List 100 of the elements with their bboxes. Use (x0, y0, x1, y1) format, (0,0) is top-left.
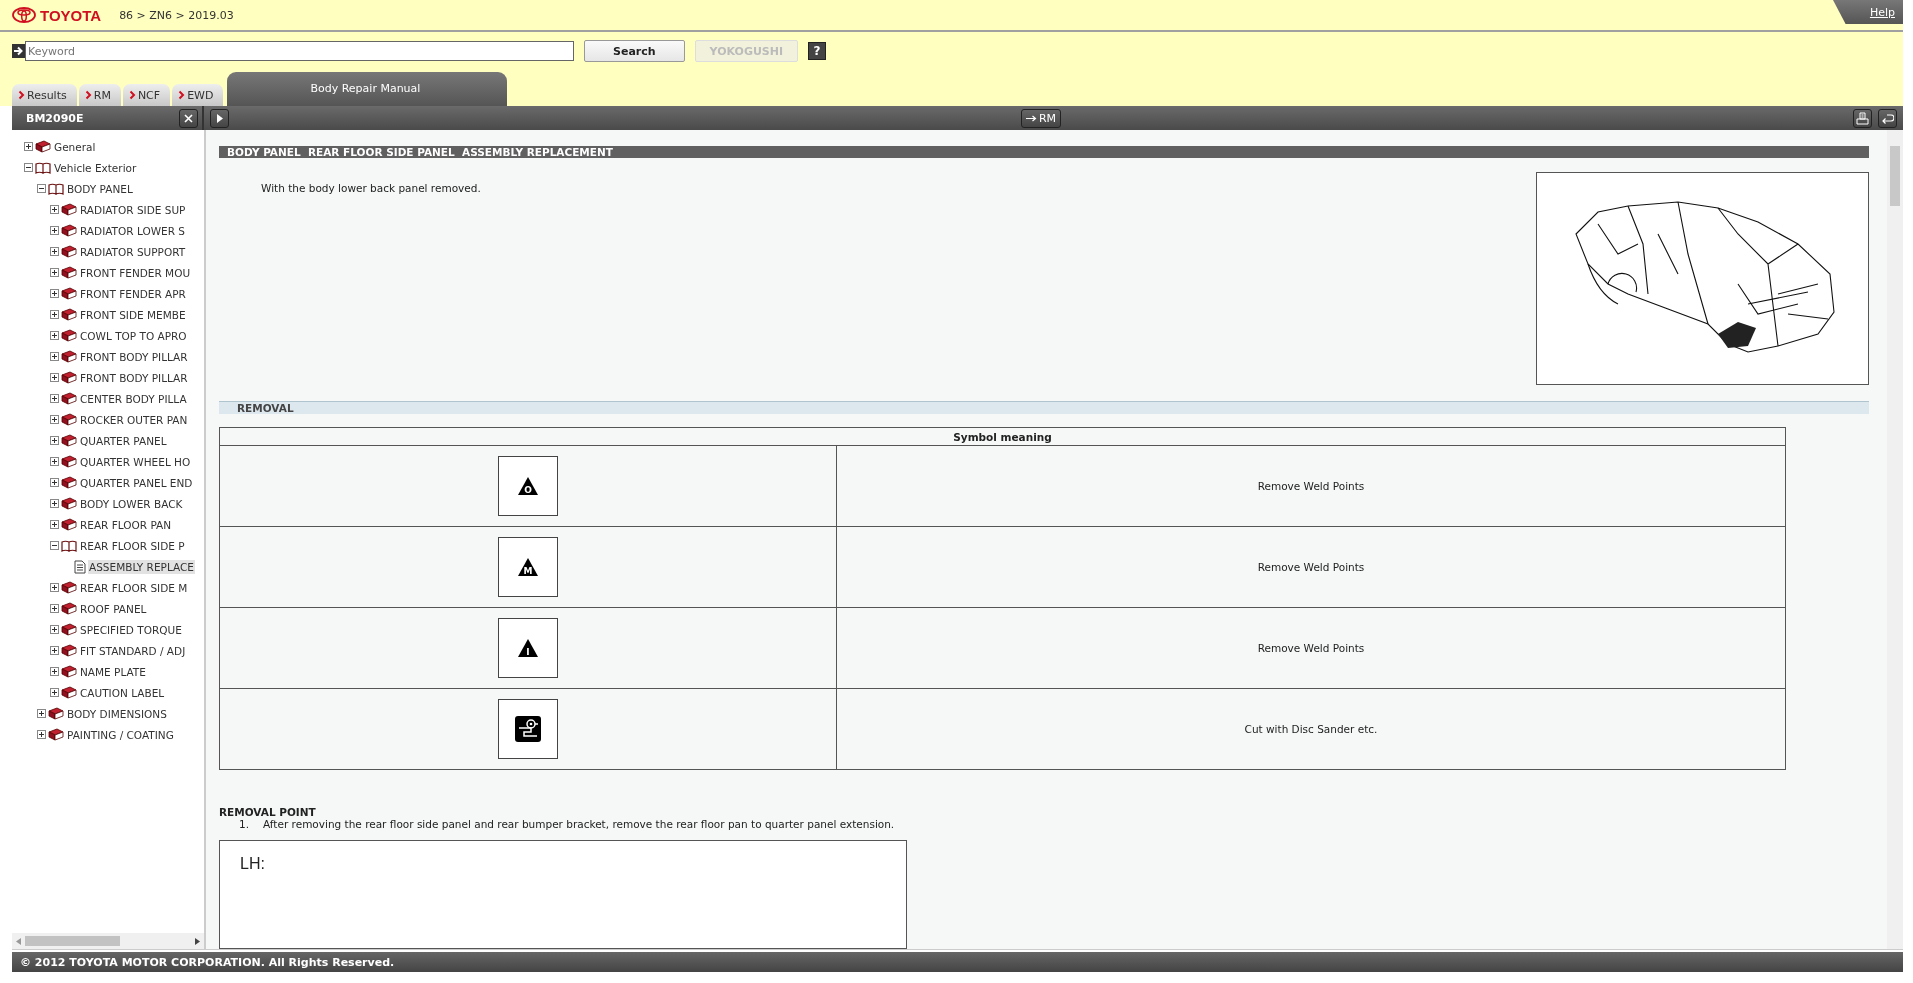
print-icon (1856, 111, 1869, 125)
tree-item[interactable]: FIT STANDARD / ADJ (79, 643, 187, 658)
chevron-icon (128, 90, 136, 100)
tree-item[interactable]: REAR FLOOR SIDE M (79, 580, 189, 595)
expand-icon[interactable] (50, 499, 59, 508)
tree-item[interactable]: ROOF PANEL (79, 601, 148, 616)
expand-icon[interactable] (50, 394, 59, 403)
tree-item[interactable]: FRONT SIDE MEMBE (79, 307, 187, 322)
expand-icon[interactable] (50, 583, 59, 592)
tree-item[interactable]: RADIATOR SUPPORT (79, 244, 187, 259)
book-icon (61, 476, 77, 489)
tree-item[interactable]: ASSEMBLY REPLACE (88, 559, 195, 574)
expand-icon[interactable] (50, 667, 59, 676)
close-icon (184, 113, 193, 123)
tree-item[interactable]: FRONT FENDER APR (79, 286, 187, 301)
book-icon (61, 308, 77, 321)
expand-icon[interactable] (50, 205, 59, 214)
arrow-icon (12, 44, 26, 58)
rm-button[interactable]: RM (1020, 108, 1062, 128)
expand-icon[interactable] (50, 415, 59, 424)
collapse-icon[interactable] (50, 541, 59, 550)
tree-item[interactable]: CENTER BODY PILLA (79, 391, 188, 406)
expand-icon[interactable] (50, 604, 59, 613)
table-cell: Remove Weld Points (836, 445, 1786, 527)
expand-icon[interactable] (50, 373, 59, 382)
expand-icon[interactable] (50, 310, 59, 319)
tab[interactable]: Body Repair Manual (227, 72, 508, 106)
tree-item[interactable]: COWL TOP TO APRO (79, 328, 188, 343)
tree-item[interactable]: BODY LOWER BACK (79, 496, 184, 511)
chevron-icon (84, 90, 92, 100)
expand-icon[interactable] (50, 478, 59, 487)
expand-icon[interactable] (50, 457, 59, 466)
tree-item[interactable]: REAR FLOOR PAN (79, 517, 173, 532)
open-book-icon (48, 182, 64, 195)
tree-item[interactable]: SPECIFIED TORQUE (79, 622, 183, 637)
scroll-left-icon (16, 937, 21, 945)
document-title: BODY PANEL REAR FLOOR SIDE PANEL ASSEMBLY REPLACEMENT (219, 146, 1869, 158)
expand-icon[interactable] (50, 520, 59, 529)
help-button[interactable]: ? (808, 42, 827, 60)
expand-icon[interactable] (50, 226, 59, 235)
pane-title: BM2090E (26, 111, 84, 125)
expand-icon[interactable] (50, 352, 59, 361)
close-button[interactable] (179, 108, 198, 128)
weld-symbol-icon: I (517, 638, 539, 658)
tab[interactable]: RM (78, 84, 121, 106)
tab[interactable]: Results (12, 84, 77, 106)
tree-item[interactable]: RADIATOR SIDE SUP (79, 202, 187, 217)
tree-item[interactable]: Vehicle Exterior (53, 160, 138, 175)
section-heading: REMOVAL (219, 401, 1869, 414)
tab[interactable]: EWD (172, 84, 224, 106)
tree-item[interactable]: CAUTION LABEL (79, 685, 166, 700)
tree-item[interactable]: QUARTER PANEL (79, 433, 168, 448)
step-number: 1. (239, 818, 250, 830)
collapse-icon[interactable] (37, 184, 46, 193)
book-icon (61, 224, 77, 237)
tree-item[interactable]: QUARTER PANEL END (79, 475, 194, 490)
collapse-icon[interactable] (24, 163, 33, 172)
table-header: Symbol meaning (219, 427, 1786, 446)
tree-item[interactable]: FRONT BODY PILLAR (79, 349, 189, 364)
tree-item[interactable]: NAME PLATE (79, 664, 147, 679)
expand-icon[interactable] (50, 268, 59, 277)
book-icon (48, 728, 64, 741)
tree-item[interactable]: FRONT BODY PILLAR (79, 370, 189, 385)
horizontal-scrollbar[interactable] (12, 933, 204, 949)
tree-item[interactable]: General (53, 139, 97, 154)
return-button[interactable] (1878, 108, 1897, 128)
tree-item[interactable]: FRONT FENDER MOU (79, 265, 192, 280)
arrow-icon (1025, 114, 1037, 122)
help-link[interactable]: Help (1833, 0, 1903, 24)
tree-item[interactable]: ROCKER OUTER PAN (79, 412, 189, 427)
tree-item[interactable]: BODY PANEL (66, 181, 134, 196)
search-field[interactable]: Keyword (25, 41, 574, 61)
weld-symbol-icon: M (517, 557, 539, 577)
expand-icon[interactable] (37, 709, 46, 718)
vertical-scrollbar[interactable] (1887, 130, 1903, 949)
breadcrumb: 86 > ZN6 > 2019.03 (119, 8, 234, 22)
expand-icon[interactable] (50, 289, 59, 298)
chevron-icon (178, 90, 186, 100)
expand-button[interactable] (210, 108, 229, 128)
table-cell: Remove Weld Points (836, 526, 1786, 608)
figure-label: LH: (240, 855, 265, 872)
expand-icon[interactable] (50, 646, 59, 655)
print-button[interactable] (1853, 108, 1872, 128)
search-button[interactable]: Search (584, 40, 685, 62)
expand-icon[interactable] (50, 331, 59, 340)
expand-icon[interactable] (50, 436, 59, 445)
book-icon (61, 413, 77, 426)
tree-item[interactable]: BODY DIMENSIONS (66, 706, 168, 721)
expand-icon[interactable] (50, 688, 59, 697)
tree-item[interactable]: QUARTER WHEEL HO (79, 454, 192, 469)
expand-icon[interactable] (50, 247, 59, 256)
expand-icon[interactable] (37, 730, 46, 739)
tree-item[interactable]: REAR FLOOR SIDE P (79, 538, 186, 553)
book-icon (61, 623, 77, 636)
scroll-right-icon (195, 937, 200, 945)
tab[interactable]: NCF (122, 84, 171, 106)
tree-item[interactable]: PAINTING / COATING (66, 727, 175, 742)
expand-icon[interactable] (50, 625, 59, 634)
expand-icon[interactable] (24, 142, 33, 151)
tree-item[interactable]: RADIATOR LOWER S (79, 223, 186, 238)
